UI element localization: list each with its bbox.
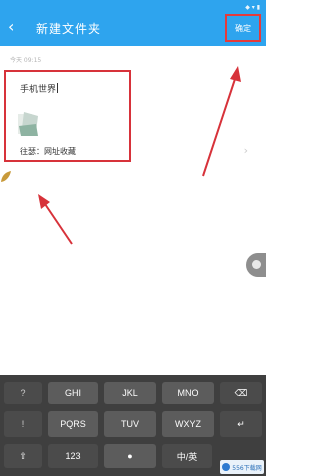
key-enter[interactable]: ↵ [220, 411, 262, 437]
arrow-to-confirm-button [202, 66, 241, 177]
page-title: 新建文件夹 [36, 22, 102, 36]
confirm-button[interactable]: 确定 [225, 14, 261, 42]
chevron-right-icon[interactable]: › [244, 144, 248, 157]
key-exclamation[interactable]: ! [4, 411, 42, 437]
floating-assist-button[interactable] [246, 253, 266, 277]
key-tuv[interactable]: TUV [104, 411, 156, 437]
key-pqrs[interactable]: PQRS [48, 411, 98, 437]
key-ghi[interactable]: GHI [48, 382, 98, 404]
note-time: 今天 09:15 [10, 57, 42, 64]
key-shift[interactable]: ⇧ [4, 444, 42, 468]
note-source-label: 往瑟：网址收藏 [20, 147, 76, 156]
keyboard: ? GHI JKL MNO ⌫ ! PQRS TUV WXYZ ↵ ⇧ 123 … [0, 375, 266, 476]
chevron-left-icon: ‹ [8, 17, 15, 36]
text-caret [57, 83, 59, 93]
key-question[interactable]: ? [4, 382, 42, 404]
watermark-text: 556下载网 [232, 464, 262, 472]
link-thumbnail-icon [18, 112, 38, 136]
key-numbers[interactable]: 123 [48, 444, 98, 468]
microphone-icon: ● [127, 451, 133, 461]
status-text: ◆ ▾ ▮ [245, 3, 260, 11]
status-icons: ◆ ▾ ▮ [245, 2, 260, 12]
key-wxyz[interactable]: WXYZ [162, 411, 214, 437]
note-content-area[interactable]: 手机世界 往瑟：网址收藏 [4, 70, 131, 162]
key-backspace[interactable]: ⌫ [220, 382, 262, 404]
title-bar: ◆ ▾ ▮ ‹ 新建文件夹 确定 [0, 0, 266, 46]
note-text-line[interactable]: 手机世界 [20, 82, 59, 95]
key-jkl[interactable]: JKL [104, 382, 156, 404]
key-mno[interactable]: MNO [162, 382, 214, 404]
key-language-switch[interactable]: 中/英 [162, 444, 212, 468]
leaf-icon [1, 171, 11, 182]
note-editor-screen: ◆ ▾ ▮ ‹ 新建文件夹 确定 今天 09:15 手机世界 往瑟：网址收藏 › [0, 0, 266, 476]
site-watermark: 556下载网 [220, 460, 264, 474]
arrow-to-note-box [38, 194, 73, 245]
key-voice[interactable]: ● [104, 444, 156, 468]
back-button[interactable]: ‹ [8, 18, 24, 36]
watermark-logo-icon [222, 463, 231, 471]
note-text: 手机世界 [20, 85, 57, 95]
